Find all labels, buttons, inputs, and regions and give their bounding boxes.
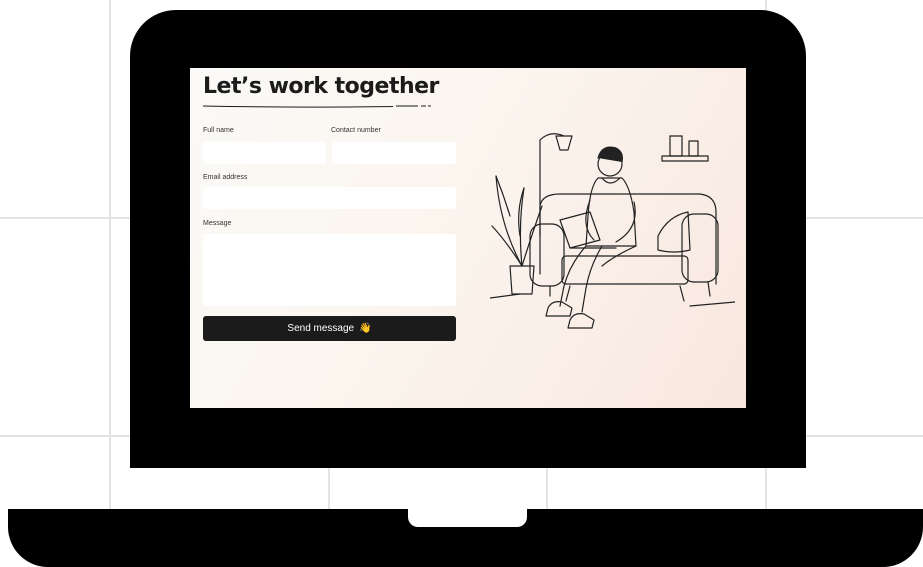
message-field[interactable] bbox=[203, 234, 456, 306]
email-field[interactable] bbox=[203, 187, 456, 209]
grid-line-v2 bbox=[328, 468, 330, 513]
contact-number-field[interactable] bbox=[332, 142, 456, 164]
full-name-field[interactable] bbox=[203, 142, 326, 164]
message-label: Message bbox=[203, 220, 232, 227]
send-message-button[interactable]: Send message 👋 bbox=[203, 316, 456, 341]
person-on-sofa-illustration bbox=[490, 133, 735, 329]
heading-underline bbox=[203, 105, 431, 108]
contact-number-label: Contact number bbox=[331, 127, 381, 134]
contact-page: Let’s work together Full name Contact nu… bbox=[190, 68, 746, 408]
grid-line-v3 bbox=[546, 468, 548, 513]
laptop-base-notch bbox=[408, 509, 527, 527]
waving-hand-icon: 👋 bbox=[359, 323, 372, 334]
send-message-label: Send message bbox=[287, 323, 355, 334]
full-name-label: Full name bbox=[203, 127, 234, 134]
laptop-base bbox=[8, 509, 923, 567]
grid-line-v1 bbox=[109, 0, 111, 567]
email-label: Email address bbox=[203, 174, 248, 181]
page-title: Let’s work together bbox=[203, 74, 439, 99]
